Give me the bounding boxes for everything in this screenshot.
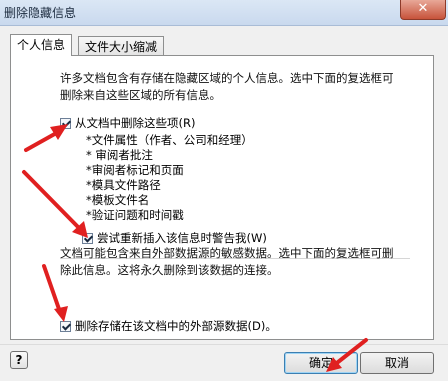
cancel-button[interactable]: 取消 xyxy=(360,352,434,374)
title-bar: 删除隐藏信息 ✕ xyxy=(0,0,448,26)
list-item: *验证问题和时间戳 xyxy=(86,208,184,222)
tab-file-size-reduction[interactable]: 文件大小缩减 xyxy=(78,36,165,56)
dialog-client: 个人信息 文件大小缩减 许多文档包含有存储在隐藏区域的个人信息。选中下面的复选框… xyxy=(0,26,448,381)
warn-reinsert-label: 尝试重新插入该信息时警告我(W) xyxy=(97,231,267,245)
list-item: *模具文件路径 xyxy=(86,178,161,192)
list-item: *文件属性（作者、公司和经理） xyxy=(86,133,253,147)
remove-items-checkbox[interactable]: 从文档中删除这些项(R) xyxy=(60,115,195,131)
checkbox-checked-icon[interactable] xyxy=(60,320,71,332)
close-button[interactable]: ✕ xyxy=(400,0,446,20)
footer-divider xyxy=(0,344,448,345)
external-data-text: 文档可能包含来自外部数据源的敏感数据。选中下面的复选框可删除此信息。这将永久删除… xyxy=(60,246,394,277)
window-title: 删除隐藏信息 xyxy=(4,6,77,20)
list-item: *模板文件名 xyxy=(86,193,150,207)
list-item: * 审阅者批注 xyxy=(86,148,153,162)
ok-button[interactable]: 确定 xyxy=(284,352,358,374)
intro-text: 许多文档包含有存储在隐藏区域的个人信息。选中下面的复选框可删除来自这些区域的所有… xyxy=(60,71,394,102)
remove-items-label: 从文档中删除这些项(R) xyxy=(75,116,196,130)
warn-reinsert-checkbox[interactable]: 尝试重新插入该信息时警告我(W) xyxy=(82,230,267,246)
removed-items-list: *文件属性（作者、公司和经理） * 审阅者批注 *审阅者标记和页面 *模具文件路… xyxy=(86,133,253,223)
remove-external-data-checkbox[interactable]: 删除存储在该文档中的外部源数据(D)。 xyxy=(60,318,277,334)
close-icon: ✕ xyxy=(417,1,429,16)
tab-personal-info[interactable]: 个人信息 xyxy=(10,34,73,56)
help-icon: ? xyxy=(15,353,23,367)
help-button[interactable]: ? xyxy=(10,351,28,369)
list-item: *审阅者标记和页面 xyxy=(86,163,184,177)
remove-external-data-label: 删除存储在该文档中的外部源数据(D)。 xyxy=(75,319,277,333)
checkbox-checked-icon[interactable] xyxy=(82,232,93,244)
checkbox-checked-icon[interactable] xyxy=(60,117,71,129)
